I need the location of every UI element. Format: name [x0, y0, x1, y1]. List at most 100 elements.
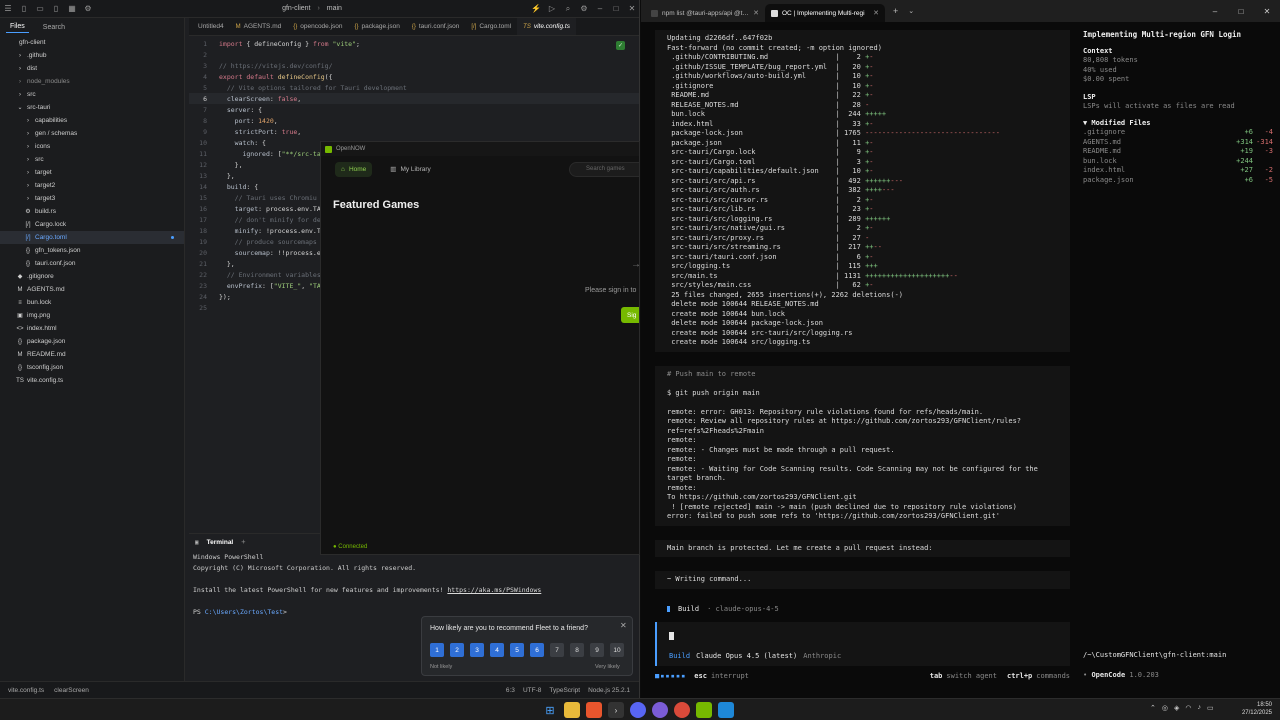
close-icon[interactable]: ✕: [1254, 0, 1280, 22]
settings-icon[interactable]: ⚙: [80, 0, 96, 18]
panel-bottom-icon[interactable]: ▭: [32, 0, 48, 18]
code-line[interactable]: 2: [189, 49, 639, 60]
survey-score-4[interactable]: 4: [490, 643, 504, 657]
layout-icon[interactable]: ▦: [64, 0, 80, 18]
status-file[interactable]: vite.config.ts: [8, 687, 44, 694]
editor-tab[interactable]: {} tauri.conf.json: [406, 18, 465, 35]
minimize-icon[interactable]: –: [592, 0, 608, 18]
tree-item[interactable]: › src: [0, 88, 184, 101]
chevron-down-icon[interactable]: ⌄: [908, 7, 914, 15]
nvidia-icon[interactable]: [696, 702, 712, 718]
modified-file-row[interactable]: index.html +27 -2: [1083, 166, 1273, 176]
browser-tab-npm[interactable]: npm list @tauri-apps/api @tau ✕: [645, 4, 765, 22]
code-line[interactable]: 4 export default defineConfig({: [189, 71, 639, 82]
chevron-up-icon[interactable]: ⌃: [1150, 704, 1156, 712]
editor-tab[interactable]: M AGENTS.md: [230, 18, 288, 35]
tree-item[interactable]: [/] Cargo.lock: [0, 218, 184, 231]
tree-item[interactable]: › dist: [0, 62, 184, 75]
editor-tab[interactable]: Untitled4: [189, 18, 230, 35]
tree-item[interactable]: › target: [0, 166, 184, 179]
survey-score-5[interactable]: 5: [510, 643, 524, 657]
tree-item[interactable]: TS vite.config.ts: [0, 374, 184, 387]
tree-item[interactable]: › target2: [0, 179, 184, 192]
nav-my-library[interactable]: ▥ My Library: [384, 161, 437, 177]
panel-right-icon[interactable]: ▯: [48, 0, 64, 18]
menu-icon[interactable]: ☰: [0, 0, 16, 18]
survey-score-9[interactable]: 9: [590, 643, 604, 657]
tree-item[interactable]: ≡ bun.lock: [0, 296, 184, 309]
status-symbol[interactable]: clearScreen: [54, 687, 89, 694]
survey-score-10[interactable]: 10: [610, 643, 624, 657]
status-encoding[interactable]: UTF-8: [523, 687, 541, 694]
tree-item[interactable]: ▣ img.png: [0, 309, 184, 322]
tree-item[interactable]: [/] Cargo.toml: [0, 231, 184, 244]
add-terminal-icon[interactable]: +: [241, 538, 245, 546]
tree-item[interactable]: › capabilities: [0, 114, 184, 127]
tree-item[interactable]: › icons: [0, 140, 184, 153]
clock[interactable]: 18:50 27/12/2025: [1232, 701, 1272, 717]
brave-browser-icon[interactable]: [586, 702, 602, 718]
tray-app-icon[interactable]: ◈: [1174, 704, 1179, 712]
editor-tab[interactable]: {} opencode.json: [287, 18, 348, 35]
terminal-output[interactable]: Windows PowerShell Copyright (C) Microso…: [189, 550, 639, 622]
pswindows-link[interactable]: https://aka.ms/PSWindows: [447, 586, 541, 594]
code-line[interactable]: 9 strictPort: true,: [189, 126, 639, 137]
battery-icon[interactable]: ▭: [1207, 704, 1214, 712]
modified-file-row[interactable]: .gitignore +6 -4: [1083, 128, 1273, 138]
new-tab-icon[interactable]: +: [893, 6, 898, 16]
tab-terminal[interactable]: Terminal: [207, 539, 234, 546]
discord-icon[interactable]: [630, 702, 646, 718]
survey-score-1[interactable]: 1: [430, 643, 444, 657]
panel-left-icon[interactable]: ▯: [16, 0, 32, 18]
close-tab-icon[interactable]: ✕: [753, 9, 759, 17]
volume-icon[interactable]: ♪: [1197, 704, 1201, 712]
editor-tab[interactable]: TS vite.config.ts: [517, 18, 576, 35]
editor-tab[interactable]: {} package.json: [349, 18, 406, 35]
play-icon[interactable]: ▷: [544, 0, 560, 18]
model-label[interactable]: Claude Opus 4.5 (latest): [696, 652, 797, 660]
survey-score-3[interactable]: 3: [470, 643, 484, 657]
status-runtime[interactable]: Node.js 25.2.1: [588, 687, 630, 694]
browser-icon[interactable]: [652, 702, 668, 718]
prompt-input[interactable]: Build Claude Opus 4.5 (latest) Anthropic: [655, 622, 1070, 666]
minimize-icon[interactable]: –: [1202, 0, 1228, 22]
tree-item[interactable]: › src: [0, 153, 184, 166]
tree-item[interactable]: › target3: [0, 192, 184, 205]
file-explorer-icon[interactable]: [564, 702, 580, 718]
code-line[interactable]: 7 server: {: [189, 104, 639, 115]
tree-item[interactable]: M README.md: [0, 348, 184, 361]
code-line[interactable]: 3 // https://vitejs.dev/config/: [189, 60, 639, 71]
games-search-input[interactable]: Search games: [569, 161, 639, 177]
run-debug-icon[interactable]: ⚡: [528, 0, 544, 18]
code-line[interactable]: 1 import { defineConfig } from "vite";: [189, 38, 639, 49]
wifi-icon[interactable]: ◠: [1185, 704, 1191, 712]
tree-item[interactable]: ◆ .gitignore: [0, 270, 184, 283]
agent-label[interactable]: Build: [669, 652, 690, 660]
tree-item[interactable]: ⚙ build.rs: [0, 205, 184, 218]
tree-item[interactable]: ⌄ src-tauri: [0, 101, 184, 114]
signin-button[interactable]: Sig: [621, 307, 639, 323]
tree-item[interactable]: › node_modules: [0, 75, 184, 88]
tree-item[interactable]: › .github: [0, 49, 184, 62]
modified-file-row[interactable]: AGENTS.md +314 -314: [1083, 138, 1273, 148]
survey-score-8[interactable]: 8: [570, 643, 584, 657]
project-name[interactable]: gfn-client: [282, 5, 310, 12]
tab-search[interactable]: Search: [39, 22, 69, 33]
code-line[interactable]: 8 port: 1420,: [189, 115, 639, 126]
tree-item[interactable]: {} package.json: [0, 335, 184, 348]
tree-item[interactable]: {} gfn_tokens.json: [0, 244, 184, 257]
tree-item[interactable]: gfn-client: [0, 36, 184, 49]
gear-icon[interactable]: ⚙: [576, 0, 592, 18]
survey-score-6[interactable]: 6: [530, 643, 544, 657]
tree-item[interactable]: <> index.html: [0, 322, 184, 335]
tree-item[interactable]: M AGENTS.md: [0, 283, 184, 296]
nav-home[interactable]: ⌂ Home: [335, 161, 373, 177]
modified-files-heading[interactable]: ▼ Modified Files: [1083, 119, 1273, 127]
browser-tab-opencode[interactable]: OC | Implementing Multi-regi ✕: [765, 4, 885, 22]
tab-files[interactable]: Files: [6, 21, 29, 33]
search-icon[interactable]: ⌕: [560, 0, 576, 18]
carousel-next-icon[interactable]: →: [631, 259, 639, 270]
terminal-icon[interactable]: ›: [608, 702, 624, 718]
tree-item[interactable]: {} tsconfig.json: [0, 361, 184, 374]
code-line[interactable]: 5 // Vite options tailored for Tauri dev…: [189, 82, 639, 93]
